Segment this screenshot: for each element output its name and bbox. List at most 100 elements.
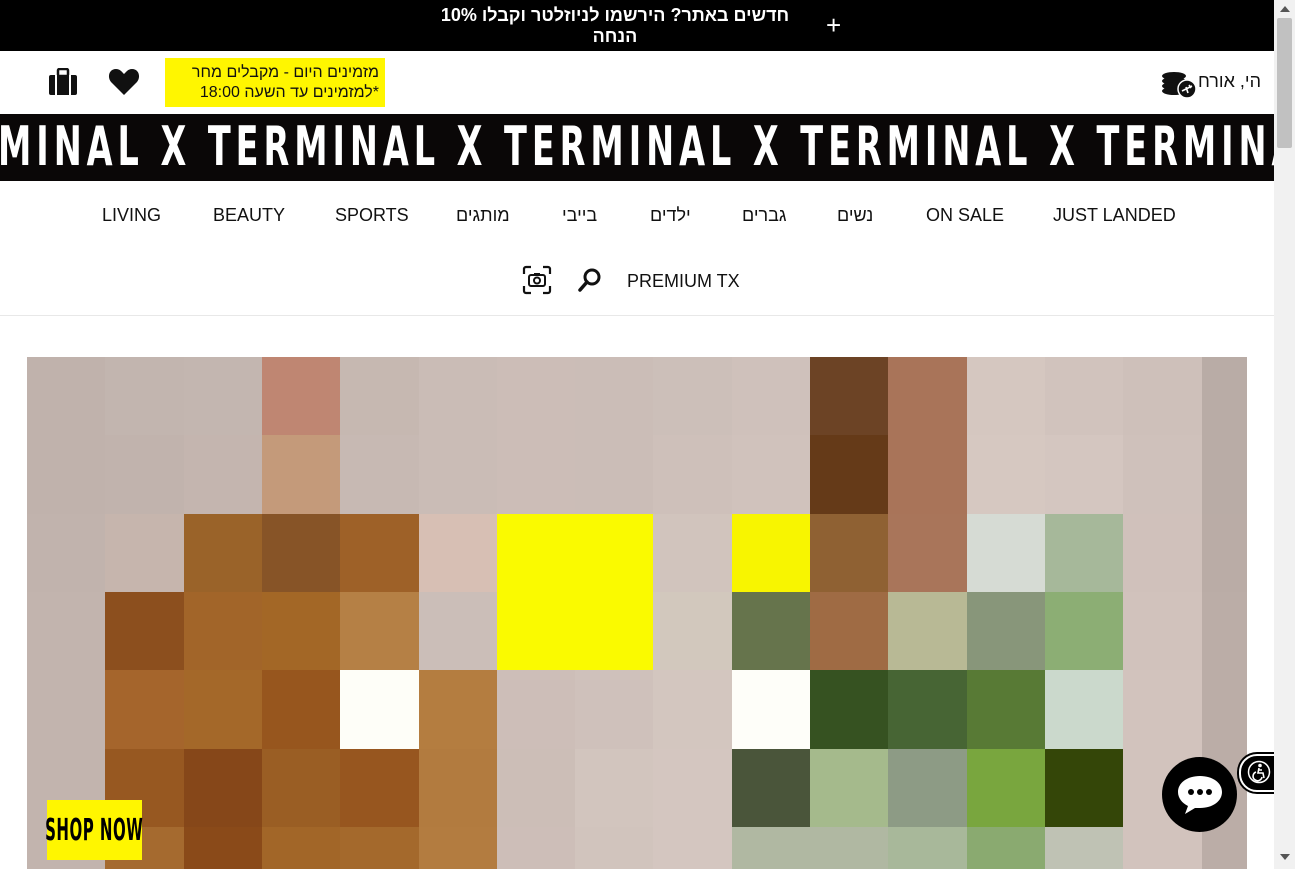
hero-image-pixel bbox=[496, 670, 577, 750]
user-greeting[interactable]: הי, אורח bbox=[1198, 71, 1261, 92]
hero-image-pixel bbox=[183, 435, 263, 515]
hero-image-pixel bbox=[653, 670, 733, 750]
hero-image-pixel bbox=[731, 748, 811, 828]
hero-image-pixel bbox=[888, 748, 968, 828]
nav-living[interactable]: LIVING bbox=[102, 205, 161, 226]
hero-image-pixel bbox=[653, 357, 733, 437]
hero-image-pixel bbox=[810, 826, 890, 869]
chat-button[interactable] bbox=[1162, 757, 1237, 832]
hero-image-pixel bbox=[1044, 357, 1125, 437]
nav-kids[interactable]: ילדים bbox=[650, 205, 691, 226]
brand-marquee: MINAL X TERMINAL X TERMINAL X TERMINAL X… bbox=[0, 114, 1274, 181]
hero-banner-image[interactable] bbox=[27, 357, 1247, 869]
hero-image-pixel bbox=[340, 826, 420, 869]
hero-image-pixel bbox=[261, 591, 342, 672]
scrollbar-thumb[interactable] bbox=[1277, 18, 1292, 148]
page-scrollbar[interactable] bbox=[1274, 0, 1295, 869]
nav-men[interactable]: גברים bbox=[742, 205, 787, 226]
search-icon[interactable] bbox=[577, 267, 603, 293]
delivery-line-1: מזמינים היום - מקבלים מחר bbox=[191, 64, 379, 81]
hero-image-pixel bbox=[966, 826, 1046, 869]
hero-image-pixel bbox=[183, 748, 263, 828]
hero-image-pixel bbox=[261, 513, 342, 593]
hero-image-pixel bbox=[418, 513, 498, 593]
hero-image-pixel bbox=[1123, 670, 1203, 750]
site-header: מזמינים היום - מקבלים מחר *למזמינים עד ה… bbox=[0, 51, 1274, 114]
nav-just-landed[interactable]: JUST LANDED bbox=[1053, 205, 1176, 226]
hero-image-pixel bbox=[261, 670, 342, 750]
brand-marquee-text: MINAL X TERMINAL X TERMINAL X TERMINAL X… bbox=[0, 115, 1274, 178]
hero-image-pixel bbox=[105, 670, 185, 750]
hero-image-pixel bbox=[418, 435, 498, 515]
hero-image-pixel bbox=[340, 591, 420, 672]
hero-image-pixel bbox=[731, 513, 811, 593]
hero-image-pixel bbox=[27, 513, 107, 593]
hero-image-pixel bbox=[966, 435, 1046, 515]
scroll-up-arrow-icon[interactable] bbox=[1280, 6, 1290, 12]
hero-image-pixel bbox=[183, 591, 263, 672]
shop-now-button[interactable]: SHOP NOW bbox=[45, 800, 143, 860]
hero-image-pixel bbox=[1201, 357, 1247, 437]
hero-image-pixel bbox=[731, 357, 811, 437]
hero-image-pixel bbox=[575, 670, 655, 750]
accessibility-icon bbox=[1247, 760, 1271, 784]
newsletter-promo-text[interactable]: חדשים באתר? הירשמו לניוזלטר וקבלו 10% הנ… bbox=[420, 5, 810, 47]
hero-image-pixel bbox=[1123, 435, 1203, 515]
chat-bubble-icon bbox=[1178, 776, 1222, 814]
nav-brands[interactable]: מותגים bbox=[456, 205, 510, 226]
hero-image-pixel bbox=[966, 357, 1046, 437]
hero-image-pixel bbox=[496, 591, 577, 672]
hero-image-pixel bbox=[27, 670, 107, 750]
visual-search-camera-icon[interactable] bbox=[522, 265, 552, 295]
hero-image-pixel bbox=[731, 591, 811, 672]
hero-image-pixel bbox=[183, 513, 263, 593]
coins-plane-icon[interactable] bbox=[1160, 69, 1198, 99]
hero-image-pixel bbox=[261, 748, 342, 828]
hero-image-pixel bbox=[1201, 826, 1247, 869]
nav-sports[interactable]: SPORTS bbox=[335, 205, 409, 226]
nav-baby[interactable]: בייבי bbox=[562, 205, 597, 226]
hero-image-pixel bbox=[27, 435, 107, 515]
hero-image-pixel bbox=[1201, 435, 1247, 515]
hero-image-pixel bbox=[810, 748, 890, 828]
hero-image-pixel bbox=[653, 513, 733, 593]
hero-image-pixel bbox=[1123, 826, 1203, 869]
hero-image-pixel bbox=[1123, 513, 1203, 593]
hero-image-pixel bbox=[966, 513, 1046, 593]
hero-image-pixel bbox=[496, 357, 577, 437]
hero-image-pixel bbox=[418, 670, 498, 750]
nav-on-sale[interactable]: ON SALE bbox=[926, 205, 1004, 226]
hero-image-pixel bbox=[340, 513, 420, 593]
nav-women[interactable]: נשים bbox=[837, 205, 873, 226]
close-announcement-button[interactable]: + bbox=[826, 12, 841, 38]
hero-image-pixel bbox=[183, 670, 263, 750]
hero-image-pixel bbox=[575, 357, 655, 437]
hero-image-pixel bbox=[496, 513, 577, 593]
hero-image-pixel bbox=[966, 591, 1046, 672]
hero-image-pixel bbox=[888, 591, 968, 672]
hero-image-pixel bbox=[810, 357, 890, 437]
nav-premium-tx[interactable]: PREMIUM TX bbox=[627, 271, 740, 292]
announcement-bar: חדשים באתר? הירשמו לניוזלטר וקבלו 10% הנ… bbox=[0, 0, 1274, 51]
hero-image-pixel bbox=[1044, 591, 1125, 672]
hero-image-pixel bbox=[1123, 591, 1203, 672]
shopping-bag-icon[interactable] bbox=[48, 68, 78, 96]
wishlist-heart-icon[interactable] bbox=[108, 67, 140, 97]
hero-image-pixel bbox=[575, 826, 655, 869]
hero-image-pixel bbox=[340, 670, 420, 750]
scroll-down-arrow-icon[interactable] bbox=[1280, 854, 1290, 860]
hero-image-pixel bbox=[810, 670, 890, 750]
hero-image-pixel bbox=[731, 826, 811, 869]
hero-image-pixel bbox=[418, 748, 498, 828]
hero-image-pixel bbox=[105, 591, 185, 672]
nav-beauty[interactable]: BEAUTY bbox=[213, 205, 285, 226]
hero-image-pixel bbox=[888, 357, 968, 437]
delivery-line-2: *למזמינים עד השעה 18:00 bbox=[199, 84, 379, 101]
hero-image-pixel bbox=[575, 591, 655, 672]
hero-image-pixel bbox=[183, 357, 263, 437]
hero-image-pixel bbox=[810, 435, 890, 515]
hero-image-pixel bbox=[888, 826, 968, 869]
hero-image-pixel bbox=[183, 826, 263, 869]
hero-image-pixel bbox=[496, 826, 577, 869]
hero-image-pixel bbox=[810, 513, 890, 593]
